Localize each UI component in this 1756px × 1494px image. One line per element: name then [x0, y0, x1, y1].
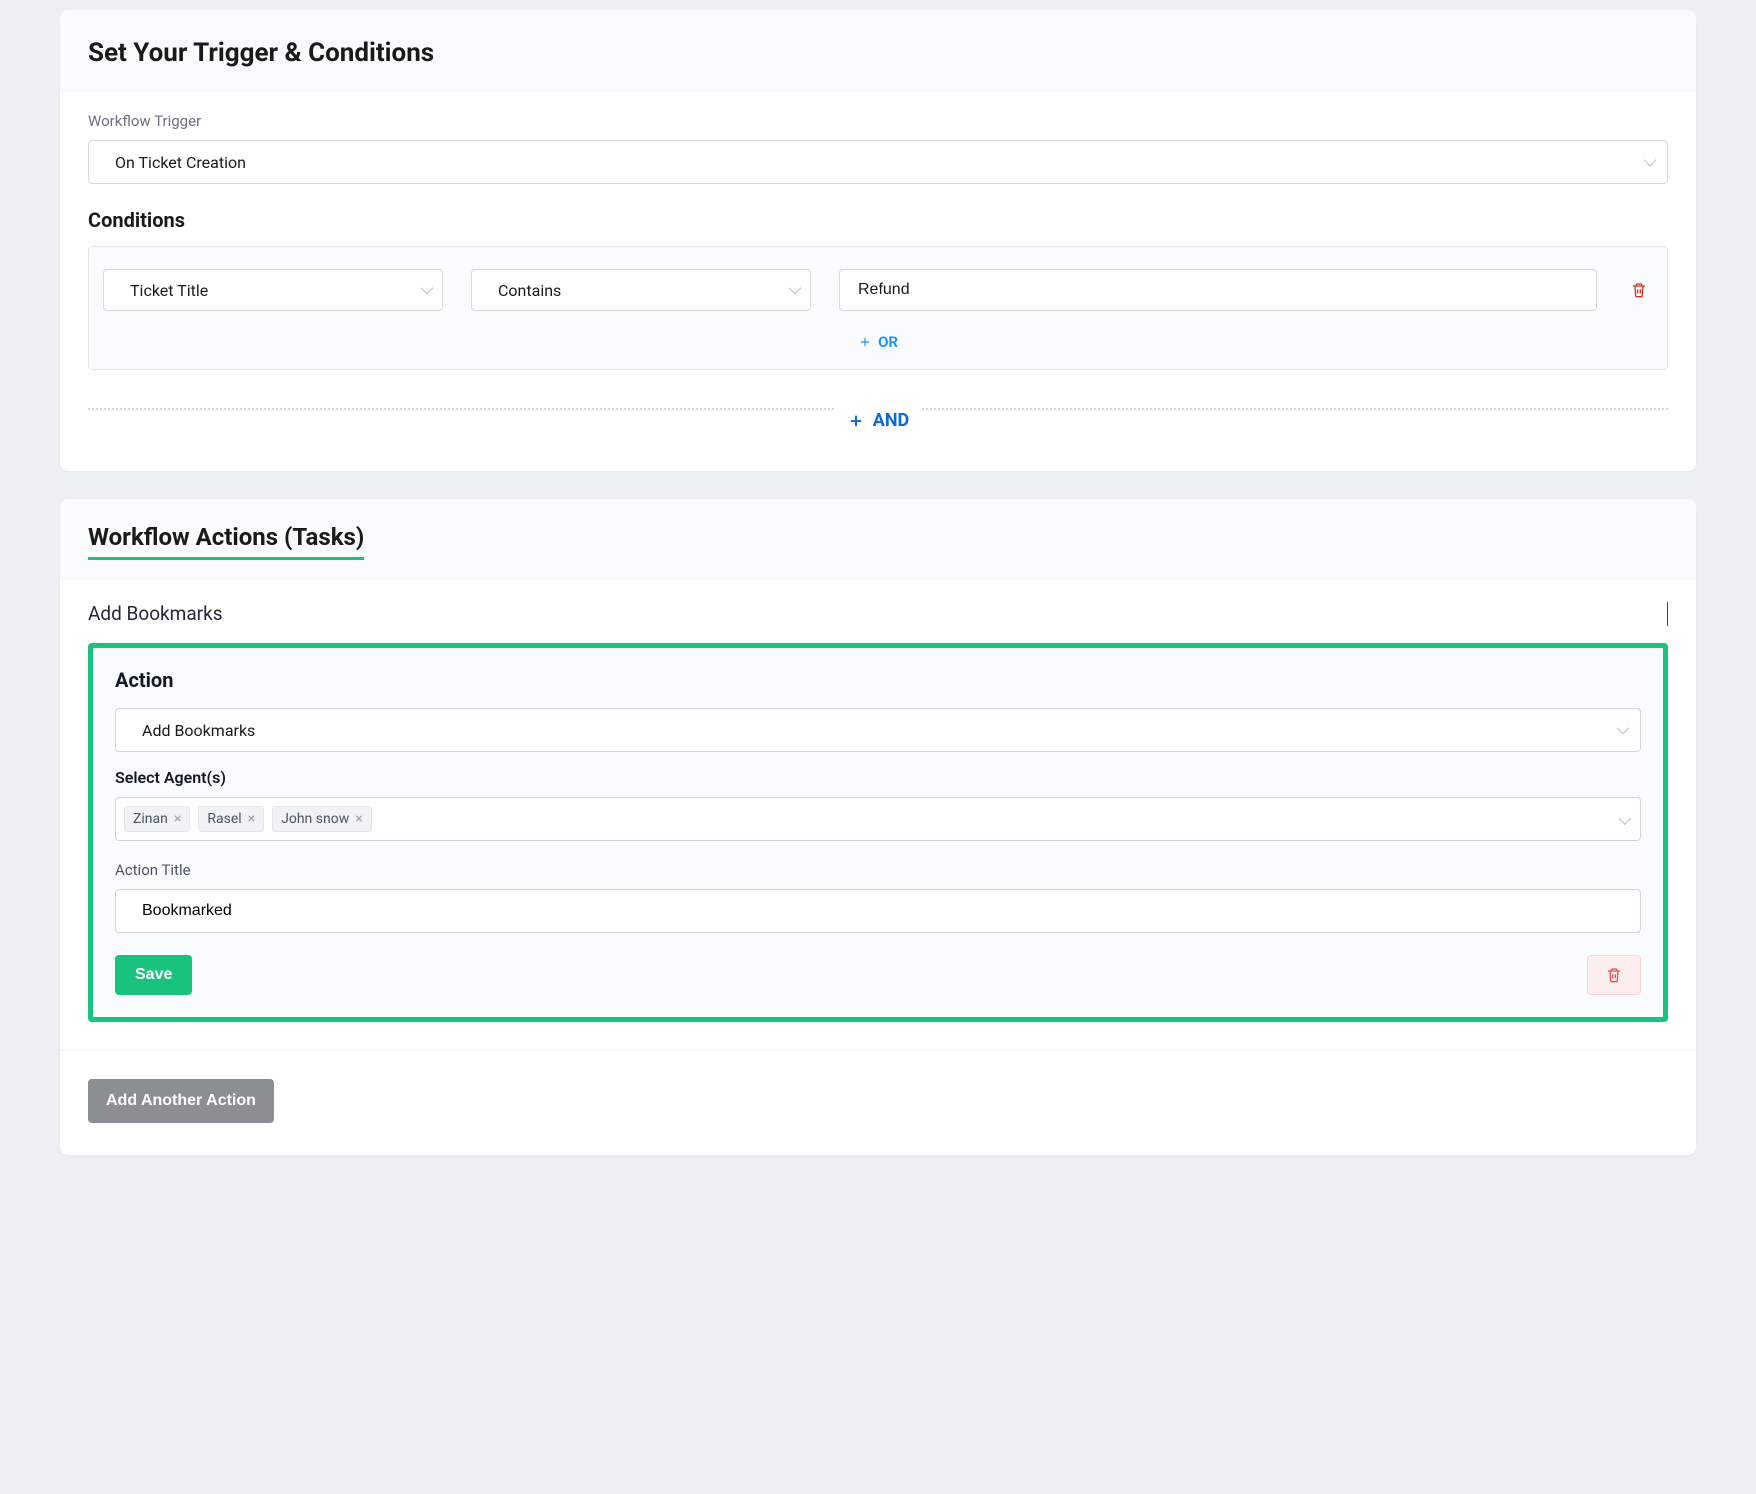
chevron-down-icon: [1617, 723, 1626, 737]
add-or-condition-button[interactable]: OR: [103, 311, 1653, 369]
chevron-down-icon: [789, 283, 798, 297]
trigger-card-title: Set Your Trigger & Conditions: [88, 38, 1668, 68]
condition-field-value: Ticket Title: [130, 281, 208, 300]
action-collapse-toggle[interactable]: Add Bookmarks: [60, 580, 1696, 643]
chevron-down-icon: [1644, 155, 1653, 169]
action-panel-actions: Save: [115, 955, 1641, 995]
actions-card: Workflow Actions (Tasks) Add Bookmarks A…: [60, 499, 1696, 1155]
trigger-label: Workflow Trigger: [88, 112, 1668, 130]
workflow-trigger-value: On Ticket Creation: [115, 153, 246, 172]
action-heading: Action: [115, 668, 1641, 692]
action-collapse-label: Add Bookmarks: [88, 602, 223, 625]
remove-tag-icon[interactable]: ×: [355, 812, 362, 826]
or-label: OR: [878, 333, 898, 351]
chevron-down-icon: [1667, 602, 1668, 625]
chevron-down-icon: [421, 283, 430, 297]
agent-tag-label: Rasel: [207, 811, 241, 827]
condition-operator-value: Contains: [498, 281, 561, 300]
agents-multiselect[interactable]: Zinan × Rasel × John snow ×: [115, 797, 1641, 841]
agent-tag: John snow ×: [272, 806, 372, 832]
agent-tag-label: John snow: [281, 811, 349, 827]
action-title-input[interactable]: [115, 889, 1641, 933]
delete-condition-button[interactable]: [1625, 276, 1653, 304]
save-button[interactable]: Save: [115, 955, 192, 995]
condition-row: Ticket Title Contains: [103, 269, 1653, 311]
trigger-card-header: Set Your Trigger & Conditions: [60, 10, 1696, 92]
agent-tag: Zinan ×: [124, 806, 190, 832]
actions-card-title: Workflow Actions (Tasks): [88, 523, 364, 560]
trash-icon: [1631, 281, 1647, 299]
conditions-title: Conditions: [88, 208, 1668, 232]
action-type-value: Add Bookmarks: [142, 721, 255, 740]
action-panel-wrap: Action Add Bookmarks Select Agent(s) Zin…: [60, 643, 1696, 1050]
plus-icon: [858, 335, 872, 349]
remove-tag-icon[interactable]: ×: [248, 812, 255, 826]
workflow-trigger-select[interactable]: On Ticket Creation: [88, 140, 1668, 184]
chevron-down-icon: [1619, 810, 1628, 829]
trigger-card: Set Your Trigger & Conditions Workflow T…: [60, 10, 1696, 471]
add-another-wrap: Add Another Action: [60, 1050, 1696, 1155]
plus-icon: [847, 412, 865, 430]
condition-value-input[interactable]: [839, 269, 1597, 311]
agent-tag: Rasel ×: [198, 806, 264, 832]
remove-tag-icon[interactable]: ×: [174, 812, 181, 826]
conditions-box: Ticket Title Contains OR: [88, 246, 1668, 370]
trash-icon: [1606, 966, 1622, 984]
trigger-card-body: Workflow Trigger On Ticket Creation Cond…: [60, 92, 1696, 471]
agents-label: Select Agent(s): [115, 768, 1641, 787]
action-title-label: Action Title: [115, 861, 1641, 879]
add-another-action-button[interactable]: Add Another Action: [88, 1079, 274, 1123]
delete-action-button[interactable]: [1587, 955, 1641, 995]
actions-card-header: Workflow Actions (Tasks): [60, 499, 1696, 580]
condition-field-select[interactable]: Ticket Title: [103, 269, 443, 311]
action-type-select[interactable]: Add Bookmarks: [115, 708, 1641, 752]
add-and-condition-button[interactable]: AND: [88, 370, 1668, 431]
condition-operator-select[interactable]: Contains: [471, 269, 811, 311]
agent-tag-label: Zinan: [133, 811, 168, 827]
and-label: AND: [873, 410, 910, 431]
action-panel: Action Add Bookmarks Select Agent(s) Zin…: [88, 643, 1668, 1022]
